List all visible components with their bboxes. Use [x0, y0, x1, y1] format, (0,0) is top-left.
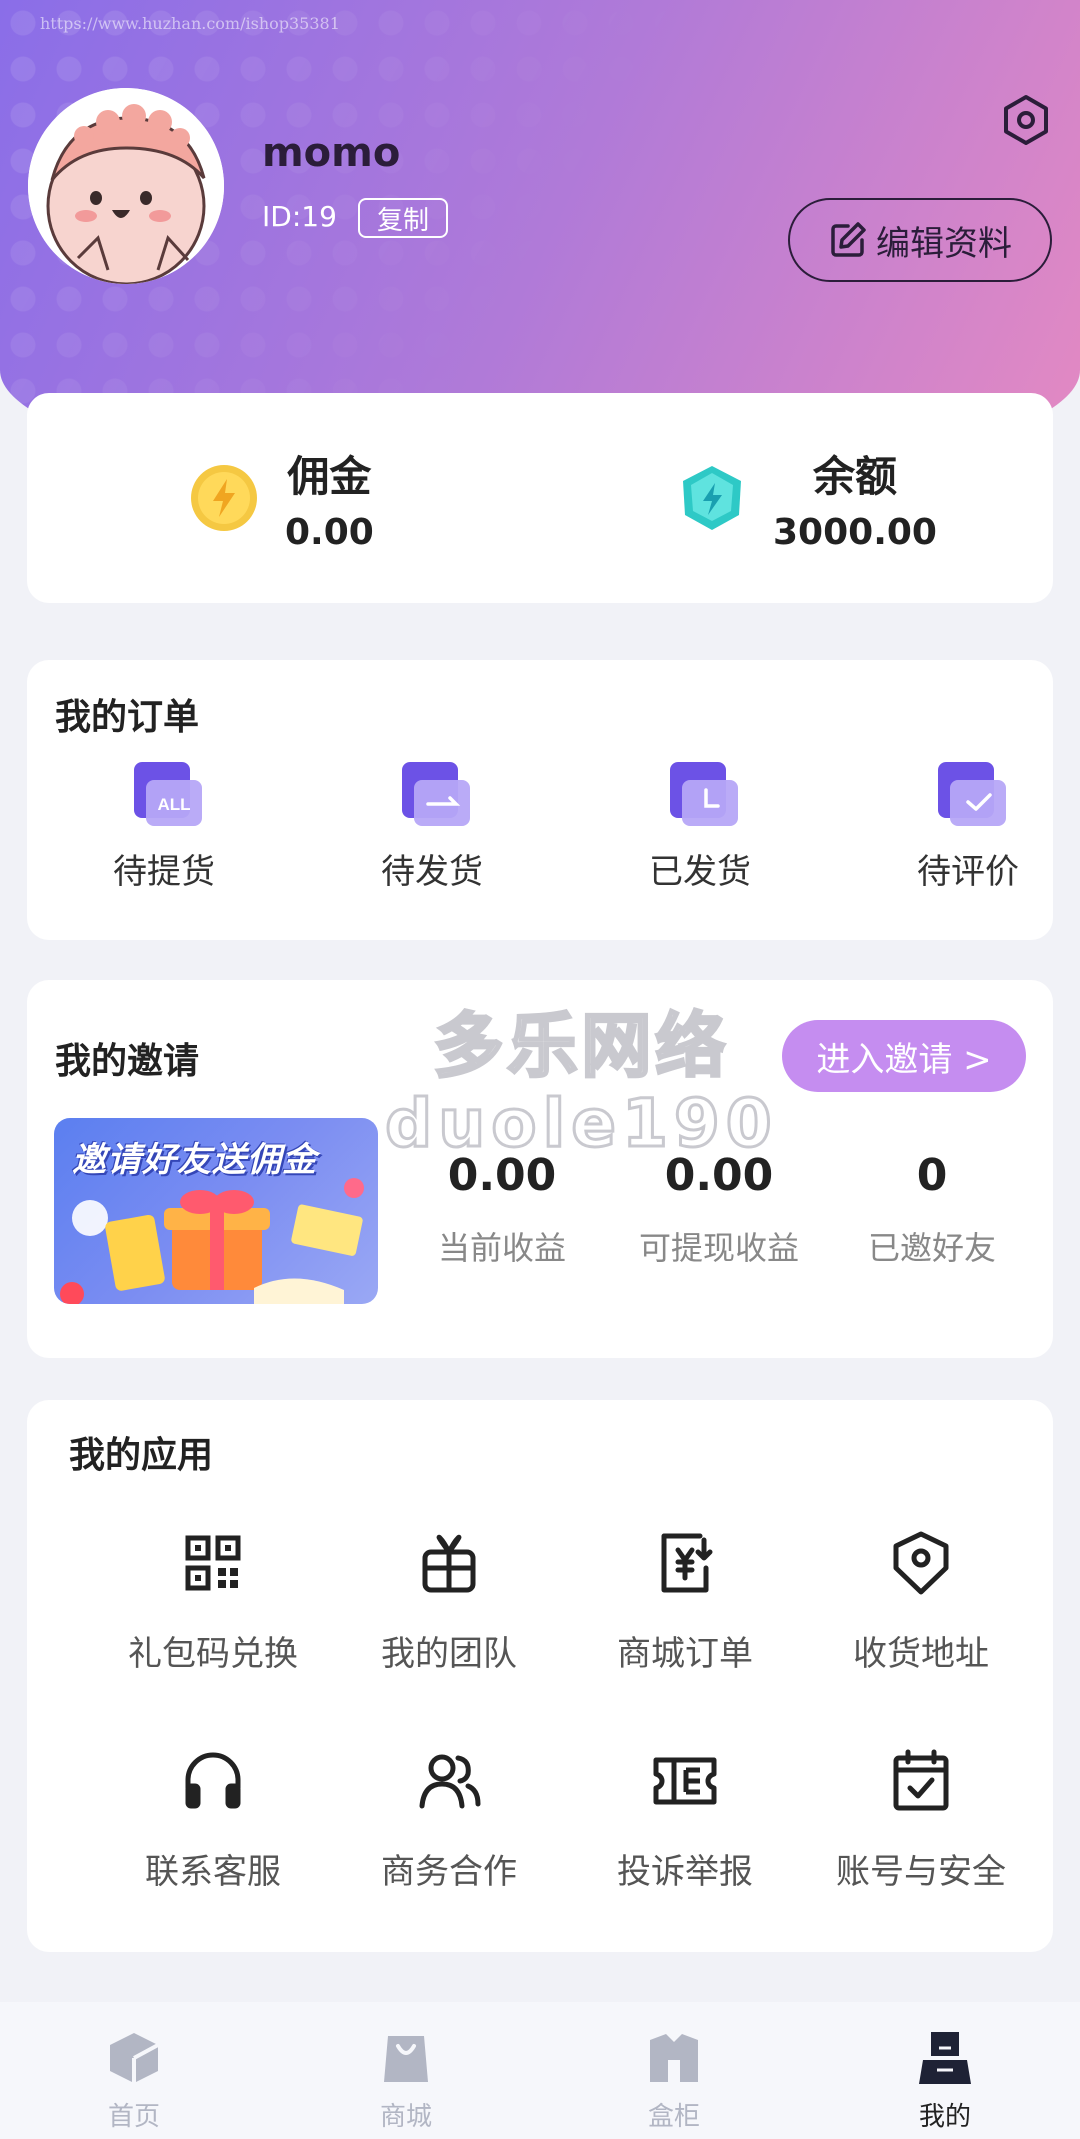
app-shipping-address[interactable]: 收货地址 — [803, 1528, 1039, 1675]
apps-title: 我的应用 — [69, 1435, 214, 1476]
banner-text: 邀请好友送佣金 — [72, 1140, 317, 1180]
invite-card: 我的邀请 进入邀请 > 邀请好友送佣金 0.00 当前收益 0.00 可提现收益… — [27, 980, 1053, 1358]
stat-label: 当前收益 — [437, 1229, 566, 1267]
order-item-pending-pickup[interactable]: ALL 待提货 — [89, 760, 239, 893]
stat-label: 已邀好友 — [867, 1229, 996, 1267]
app-label: 投诉举报 — [617, 1852, 753, 1892]
enter-invite-button[interactable]: 进入邀请 > — [782, 1020, 1026, 1092]
orders-title: 我的订单 — [55, 697, 200, 738]
stat-current-earnings: 0.00 当前收益 — [397, 1150, 607, 1269]
stat-value: 0.00 — [664, 1150, 774, 1201]
stat-invited-friends: 0 已邀好友 — [827, 1150, 1037, 1269]
avatar-image — [28, 88, 224, 284]
edit-profile-label: 编辑资料 — [876, 223, 1012, 264]
avatar[interactable] — [28, 88, 224, 284]
app-gift-code[interactable]: 礼包码兑换 — [95, 1528, 331, 1675]
app-account-security[interactable]: 账号与安全 — [803, 1746, 1039, 1893]
balance-gem-icon — [683, 466, 741, 530]
balance-value: 3000.00 — [773, 512, 937, 553]
stat-value: 0.00 — [447, 1150, 557, 1201]
bottom-tab-bar: 首页 商城 盒柜 我的 — [0, 2002, 1080, 2139]
user-id: ID:19 — [262, 200, 337, 233]
order-item-shipped[interactable]: 已发货 — [625, 760, 775, 893]
edit-profile-button[interactable]: 编辑资料 — [788, 198, 1052, 282]
stat-label: 可提现收益 — [638, 1229, 799, 1267]
invite-title: 我的邀请 — [55, 1041, 200, 1082]
qr-code-icon — [178, 1528, 248, 1598]
to-ship-icon — [392, 760, 472, 830]
app-label: 联系客服 — [145, 1852, 281, 1892]
headphones-icon — [178, 1746, 248, 1816]
tab-mine[interactable]: 我的 — [885, 2030, 1005, 2133]
tab-cabinet[interactable]: 盒柜 — [614, 2030, 734, 2133]
profile-icon — [917, 2030, 973, 2086]
balance-card: 佣金 0.00 余额 3000.00 — [27, 393, 1053, 603]
order-item-to-ship[interactable]: 待发货 — [357, 760, 507, 893]
tab-label: 盒柜 — [647, 2102, 700, 2132]
stat-value: 0 — [916, 1150, 948, 1201]
yuan-document-icon — [650, 1528, 720, 1598]
edit-icon — [831, 222, 866, 257]
orders-card: 我的订单 ALL 待提货 待发货 已发货 待评价 — [27, 660, 1053, 940]
commission-block[interactable]: 佣金 0.00 — [189, 443, 374, 553]
username: momo — [262, 130, 401, 176]
location-shield-icon — [886, 1528, 956, 1598]
order-label: 待发货 — [381, 852, 483, 892]
tab-home[interactable]: 首页 — [74, 2030, 194, 2133]
app-customer-service[interactable]: 联系客服 — [95, 1746, 331, 1893]
shipped-clock-icon — [660, 760, 740, 830]
commission-coin-icon — [191, 465, 257, 531]
app-business-cooperation[interactable]: 商务合作 — [331, 1746, 567, 1893]
home-cube-icon — [106, 2030, 162, 2086]
commission-label: 佣金 — [287, 452, 372, 501]
tab-mall[interactable]: 商城 — [346, 2030, 466, 2133]
commission-value: 0.00 — [285, 512, 374, 553]
app-label: 账号与安全 — [836, 1852, 1006, 1892]
order-item-to-review[interactable]: 待评价 — [893, 760, 1043, 893]
ticket-icon — [650, 1746, 720, 1816]
copy-id-button[interactable]: 复制 — [358, 198, 448, 238]
app-label: 商务合作 — [381, 1852, 517, 1892]
invite-banner[interactable]: 邀请好友送佣金 — [54, 1118, 378, 1304]
app-label: 我的团队 — [381, 1634, 517, 1674]
stat-withdrawable-earnings: 0.00 可提现收益 — [599, 1150, 839, 1269]
order-label: 待提货 — [113, 852, 215, 892]
users-icon — [414, 1746, 484, 1816]
watermark-url: https://www.huzhan.com/ishop35381 — [40, 14, 340, 33]
shopping-bag-icon — [378, 2030, 434, 2086]
order-label: 已发货 — [649, 852, 751, 892]
all-orders-icon: ALL — [124, 760, 204, 830]
tab-label: 我的 — [918, 2102, 971, 2132]
app-mall-orders[interactable]: 商城订单 — [567, 1528, 803, 1675]
app-label: 礼包码兑换 — [128, 1634, 298, 1674]
tab-label: 首页 — [107, 2102, 160, 2132]
app-label: 商城订单 — [617, 1634, 753, 1674]
to-review-check-icon — [928, 760, 1008, 830]
balance-label: 余额 — [812, 452, 897, 501]
tab-label: 商城 — [379, 2102, 432, 2132]
all-badge: ALL — [157, 795, 190, 814]
gift-icon — [414, 1528, 484, 1598]
calendar-check-icon — [886, 1746, 956, 1816]
app-complaint-report[interactable]: 投诉举报 — [567, 1746, 803, 1893]
app-my-team[interactable]: 我的团队 — [331, 1528, 567, 1675]
app-label: 收货地址 — [853, 1634, 989, 1674]
cabinet-icon — [646, 2030, 702, 2086]
balance-block[interactable]: 余额 3000.00 — [677, 443, 937, 553]
settings-icon[interactable] — [998, 92, 1054, 148]
order-label: 待评价 — [917, 852, 1019, 892]
apps-card: 我的应用 礼包码兑换 我的团队 商城订单 收货地址 联系客服 商务合作 投诉举报… — [27, 1400, 1053, 1952]
